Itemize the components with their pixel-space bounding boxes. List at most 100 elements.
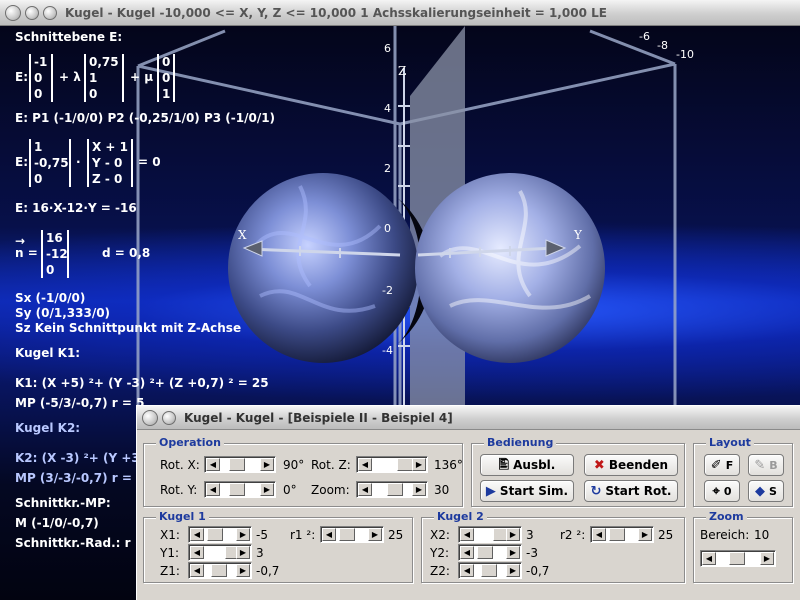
layout-group: Layout ✐ F ✎ B ⌖ 0 ◆ S <box>693 436 793 507</box>
rot-y-slider[interactable]: ◀ ▶ <box>204 481 276 498</box>
z1-right-arrow[interactable]: ▶ <box>236 564 250 577</box>
x2-left-arrow[interactable]: ◀ <box>460 528 474 541</box>
layout-zero-button[interactable]: ⌖ 0 <box>704 480 740 502</box>
rot-z-thumb[interactable] <box>397 458 413 471</box>
x1-slider[interactable]: ◀ ▶ <box>188 526 252 543</box>
bereich-left-arrow[interactable]: ◀ <box>702 552 716 565</box>
coordinate-equation: E: 16·X-12·Y = -16 <box>15 201 137 215</box>
k2-midpoint: MP (3/-3/-0,7) r = <box>15 471 132 485</box>
x2-value: 3 <box>526 528 534 542</box>
top-tick-minus8: -8 <box>657 39 668 52</box>
z2-right-arrow[interactable]: ▶ <box>506 564 520 577</box>
z2-label: Z2: <box>430 564 450 578</box>
paint-icon: ✐ <box>710 457 722 473</box>
rot-z-slider[interactable]: ◀ ▶ <box>356 456 428 473</box>
minimize-button[interactable] <box>25 5 39 20</box>
bereich-thumb[interactable] <box>729 552 745 565</box>
y1-slider[interactable]: ◀ ▶ <box>188 544 252 561</box>
r2-slider[interactable]: ◀ ▶ <box>590 526 654 543</box>
equals-zero: = 0 <box>138 155 161 169</box>
r1-left-arrow[interactable]: ◀ <box>322 528 336 541</box>
dialog-title-bar: Kugel - Kugel - [Beispiele II - Beispiel… <box>137 406 800 430</box>
rot-y-left-arrow[interactable]: ◀ <box>206 483 220 496</box>
z-tick-2: 2 <box>384 162 391 175</box>
zoom-label: Zoom: <box>311 483 350 497</box>
z-tick-6: 6 <box>384 42 391 55</box>
y1-label: Y1: <box>160 546 180 560</box>
rot-x-slider[interactable]: ◀ ▶ <box>204 456 276 473</box>
x-axis-label: X <box>238 228 247 242</box>
kugel2-group: Kugel 2 X2: ◀ ▶ 3 Y2: ◀ ▶ -3 Z2: ◀ ▶ -0,… <box>421 510 685 583</box>
z-tick-4: 4 <box>384 102 391 115</box>
start-rotation-button[interactable]: ↻ Start Rot. <box>584 480 678 502</box>
x2-right-arrow[interactable]: ▶ <box>506 528 520 541</box>
main-window-title: Kugel - Kugel -10,000 <= X, Y, Z <= 10,0… <box>65 5 607 20</box>
y1-value: 3 <box>256 546 264 560</box>
maximize-button[interactable] <box>43 5 57 20</box>
top-tick-minus10: -10 <box>676 48 694 61</box>
layout-b-button[interactable]: ✎ B <box>748 454 784 476</box>
y-axis-label: Y <box>574 228 582 242</box>
y1-right-arrow[interactable]: ▶ <box>236 546 250 559</box>
r1-thumb[interactable] <box>339 528 355 541</box>
z1-left-arrow[interactable]: ◀ <box>190 564 204 577</box>
x1-thumb[interactable] <box>207 528 223 541</box>
y2-left-arrow[interactable]: ◀ <box>460 546 474 559</box>
zoom-slider[interactable]: ◀ ▶ <box>356 481 428 498</box>
rot-z-left-arrow[interactable]: ◀ <box>358 458 372 471</box>
rot-x-right-arrow[interactable]: ▶ <box>260 458 274 471</box>
r1-slider[interactable]: ◀ ▶ <box>320 526 384 543</box>
brush-icon: ✎ <box>754 457 766 473</box>
layout-f-button[interactable]: ✐ F <box>704 454 740 476</box>
y1-left-arrow[interactable]: ◀ <box>190 546 204 559</box>
rot-x-label: Rot. X: <box>160 458 200 472</box>
x1-left-arrow[interactable]: ◀ <box>190 528 204 541</box>
bereich-value: 10 <box>754 528 770 542</box>
bereich-right-arrow[interactable]: ▶ <box>760 552 774 565</box>
x1-right-arrow[interactable]: ▶ <box>236 528 250 541</box>
y2-slider[interactable]: ◀ ▶ <box>458 544 522 561</box>
close-icon: ✖ <box>593 457 605 473</box>
layout-label: Layout <box>706 436 754 449</box>
operation-label: Operation <box>156 436 224 449</box>
bedienung-group: Bedienung 🖺 Ausbl. ✖ Beenden ▶ Start Sim… <box>471 436 685 507</box>
bereich-slider[interactable]: ◀ ▶ <box>700 550 776 567</box>
vector-direction2: 001 <box>157 54 175 102</box>
dialog-minimize-button[interactable] <box>162 410 176 425</box>
rot-y-thumb[interactable] <box>229 483 245 496</box>
y2-thumb[interactable] <box>477 546 493 559</box>
r2-left-arrow[interactable]: ◀ <box>592 528 606 541</box>
system-menu-button[interactable] <box>5 4 21 21</box>
start-simulation-button[interactable]: ▶ Start Sim. <box>480 480 574 502</box>
layout-s-button[interactable]: ◆ S <box>748 480 784 502</box>
r1-right-arrow[interactable]: ▶ <box>368 528 382 541</box>
point-difference-vector: X + 1Y - 0Z - 0 <box>87 139 133 187</box>
z2-slider[interactable]: ◀ ▶ <box>458 562 522 579</box>
zoom-left-arrow[interactable]: ◀ <box>358 483 372 496</box>
y2-right-arrow[interactable]: ▶ <box>506 546 520 559</box>
rot-z-right-arrow[interactable]: ▶ <box>412 458 426 471</box>
hide-icon: 🖺 <box>498 457 510 473</box>
y2-label: Y2: <box>430 546 450 560</box>
x2-slider[interactable]: ◀ ▶ <box>458 526 522 543</box>
zoom-right-arrow[interactable]: ▶ <box>412 483 426 496</box>
z1-slider[interactable]: ◀ ▶ <box>188 562 252 579</box>
rot-x-left-arrow[interactable]: ◀ <box>206 458 220 471</box>
rot-x-thumb[interactable] <box>229 458 245 471</box>
r2-right-arrow[interactable]: ▶ <box>638 528 652 541</box>
x1-label: X1: <box>160 528 180 542</box>
z2-thumb[interactable] <box>481 564 497 577</box>
r2-thumb[interactable] <box>609 528 625 541</box>
kugel2-label: Kugel 2 <box>434 510 487 523</box>
r2-value: 25 <box>658 528 674 542</box>
vector-p1: -1 0 0 <box>29 54 53 102</box>
beenden-button[interactable]: ✖ Beenden <box>584 454 678 476</box>
dialog-system-button[interactable] <box>142 409 158 426</box>
z-tick-0: 0 <box>384 222 391 235</box>
k1-equation: K1: (X +5) ²+ (Y -3) ²+ (Z +0,7) ² = 25 <box>15 376 269 390</box>
z2-left-arrow[interactable]: ◀ <box>460 564 474 577</box>
ausblenden-button[interactable]: 🖺 Ausbl. <box>480 454 574 476</box>
rot-y-right-arrow[interactable]: ▶ <box>260 483 274 496</box>
zoom-thumb[interactable] <box>387 483 403 496</box>
z1-thumb[interactable] <box>211 564 227 577</box>
